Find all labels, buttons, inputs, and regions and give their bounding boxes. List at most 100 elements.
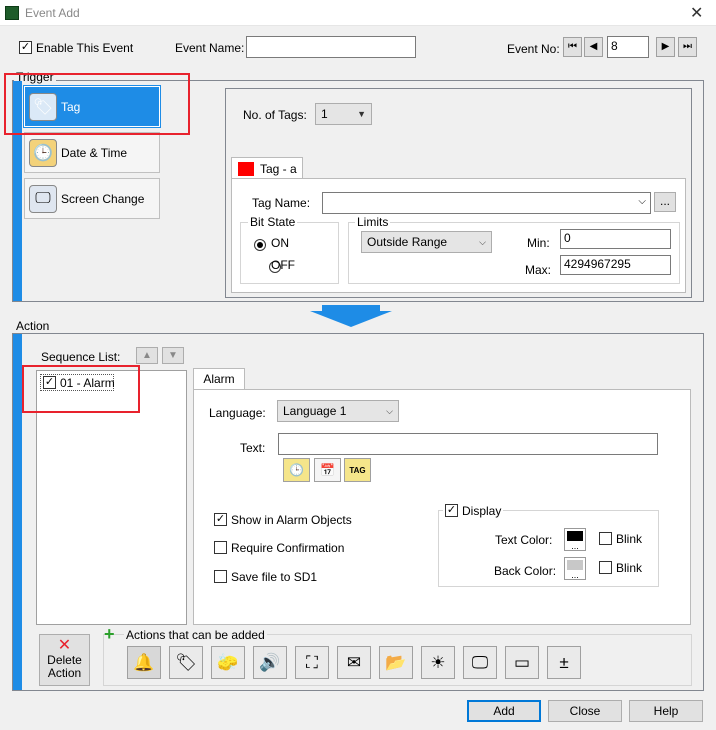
- back-color-swatch[interactable]: ...: [564, 557, 586, 580]
- delete-icon: ✕: [57, 637, 72, 654]
- clock-insert-icon[interactable]: 🕒: [283, 458, 310, 482]
- chevron-down-icon: ▼: [357, 109, 366, 119]
- next-event-button[interactable]: ▶: [656, 37, 675, 57]
- help-button[interactable]: Help: [629, 700, 703, 722]
- event-no-label: Event No:: [507, 42, 560, 56]
- tag-name-input[interactable]: ⌵: [322, 192, 651, 214]
- trigger-screen-change-label: Screen Change: [61, 191, 145, 206]
- screen-change-action-icon[interactable]: 🖵: [463, 646, 497, 679]
- app-icon: [5, 6, 19, 20]
- limits-value: Outside Range: [367, 235, 448, 249]
- min-input[interactable]: 0: [560, 229, 671, 249]
- last-event-button[interactable]: ⏭: [678, 37, 697, 57]
- add-plus-icon: +: [104, 624, 115, 644]
- window-title: Event Add: [25, 6, 80, 20]
- tag-color-swatch: [238, 161, 254, 176]
- back-color-fill: [567, 560, 583, 570]
- text-color-fill: [567, 531, 583, 541]
- event-name-label: Event Name:: [175, 41, 245, 55]
- bit-state-group: [240, 222, 339, 284]
- limits-select[interactable]: Outside Range ⌵: [361, 231, 492, 253]
- delete-label-line2: Action: [47, 666, 82, 680]
- max-label: Max:: [525, 263, 552, 277]
- bit-state-on-label: ON: [271, 236, 289, 250]
- tab-tag-a-label: Tag - a: [260, 161, 297, 176]
- screen-change-icon: 🖵: [29, 184, 57, 213]
- first-event-button[interactable]: ⏮: [563, 37, 582, 57]
- trigger-datetime-button[interactable]: 🕒 Date & Time: [24, 132, 160, 173]
- action-accent-bar: [13, 334, 22, 690]
- back-color-blink-checkbox[interactable]: [599, 561, 612, 574]
- text-color-blink-checkbox[interactable]: [599, 532, 612, 545]
- tab-alarm[interactable]: Alarm: [193, 368, 245, 390]
- tag-name-label: Tag Name:: [252, 196, 311, 210]
- save-file-label: Save file to SD1: [231, 570, 318, 584]
- sequence-list-label: Sequence List:: [41, 350, 121, 364]
- back-color-dots: ...: [571, 570, 579, 580]
- bit-state-off-label: OFF: [271, 258, 295, 272]
- actions-available-label: Actions that can be added: [124, 628, 267, 642]
- folder-icon[interactable]: 📂: [379, 646, 413, 679]
- bit-state-label: Bit State: [248, 215, 298, 229]
- max-input[interactable]: 4294967295: [560, 255, 671, 275]
- show-in-alarm-checkbox[interactable]: ✓: [214, 513, 227, 526]
- text-color-blink-label: Blink: [616, 532, 643, 546]
- erase-tag-icon[interactable]: 🧽: [211, 646, 245, 679]
- move-up-button[interactable]: ▲: [136, 347, 158, 364]
- bit-state-on-radio[interactable]: [254, 238, 266, 251]
- display-checkbox[interactable]: ✓: [445, 504, 458, 517]
- tag-insert-icon[interactable]: TAG: [344, 458, 371, 482]
- calculation-icon[interactable]: ±: [547, 646, 581, 679]
- min-label: Min:: [527, 236, 550, 250]
- text-color-swatch[interactable]: ...: [564, 528, 586, 551]
- language-select[interactable]: Language 1 ⌵: [277, 400, 399, 422]
- no-of-tags-label: No. of Tags:: [243, 108, 307, 122]
- show-in-alarm-label: Show in Alarm Objects: [231, 513, 352, 527]
- back-color-label: Back Color:: [494, 564, 557, 578]
- highlight-box-alarm: [22, 365, 140, 413]
- trigger-screen-change-button[interactable]: 🖵 Screen Change: [24, 178, 160, 219]
- no-of-tags-value: 1: [321, 107, 328, 121]
- screenshot-icon[interactable]: ⛶: [295, 646, 329, 679]
- require-confirmation-checkbox[interactable]: [214, 541, 227, 554]
- event-name-input[interactable]: [246, 36, 416, 58]
- backlight-icon[interactable]: ☀: [421, 646, 455, 679]
- window-icon[interactable]: ▭: [505, 646, 539, 679]
- delete-action-button[interactable]: ✕ Delete Action: [39, 634, 90, 686]
- close-window-icon[interactable]: ✕: [690, 3, 703, 23]
- text-color-label: Text Color:: [495, 533, 553, 547]
- text-color-dots: ...: [571, 541, 579, 551]
- sound-icon[interactable]: 🔊: [253, 646, 287, 679]
- chevron-down-icon: ⌵: [479, 236, 486, 247]
- limits-label: Limits: [355, 215, 391, 229]
- back-color-blink-label: Blink: [616, 561, 643, 575]
- browse-tag-button[interactable]: ...: [654, 192, 676, 212]
- title-bar: [0, 0, 716, 26]
- event-no-input[interactable]: 8: [607, 36, 649, 58]
- language-value: Language 1: [283, 404, 347, 418]
- tab-tag-a[interactable]: Tag - a: [231, 157, 303, 179]
- require-confirmation-label: Require Confirmation: [231, 541, 345, 555]
- alarm-text-input[interactable]: [278, 433, 658, 455]
- no-of-tags-select[interactable]: 1 ▼: [315, 103, 372, 125]
- move-down-button[interactable]: ▼: [162, 347, 184, 364]
- trigger-datetime-label: Date & Time: [61, 145, 128, 160]
- calendar-insert-icon[interactable]: 📅: [314, 458, 341, 482]
- save-file-checkbox[interactable]: [214, 570, 227, 583]
- available-actions-row: 🔔 🏷 🧽 🔊 ⛶ ✉ 📂 ☀ 🖵 ▭ ±: [127, 646, 581, 679]
- highlight-box-tag: [4, 73, 190, 135]
- close-button[interactable]: Close: [548, 700, 622, 722]
- action-group-label: Action: [14, 319, 52, 333]
- chevron-down-icon: ⌵: [386, 405, 393, 416]
- tag-action-icon[interactable]: 🏷: [169, 646, 203, 679]
- display-label: Display: [462, 504, 502, 518]
- prev-event-button[interactable]: ◀: [584, 37, 603, 57]
- clock-icon: 🕒: [29, 138, 57, 167]
- email-icon[interactable]: ✉: [337, 646, 371, 679]
- add-button[interactable]: Add: [467, 700, 541, 722]
- enable-event-checkbox[interactable]: ✓: [19, 41, 32, 54]
- alarm-tab-content: [193, 389, 691, 625]
- enable-event-label: Enable This Event: [36, 41, 134, 55]
- language-label: Language:: [209, 406, 266, 420]
- alarm-bell-icon[interactable]: 🔔: [127, 646, 161, 679]
